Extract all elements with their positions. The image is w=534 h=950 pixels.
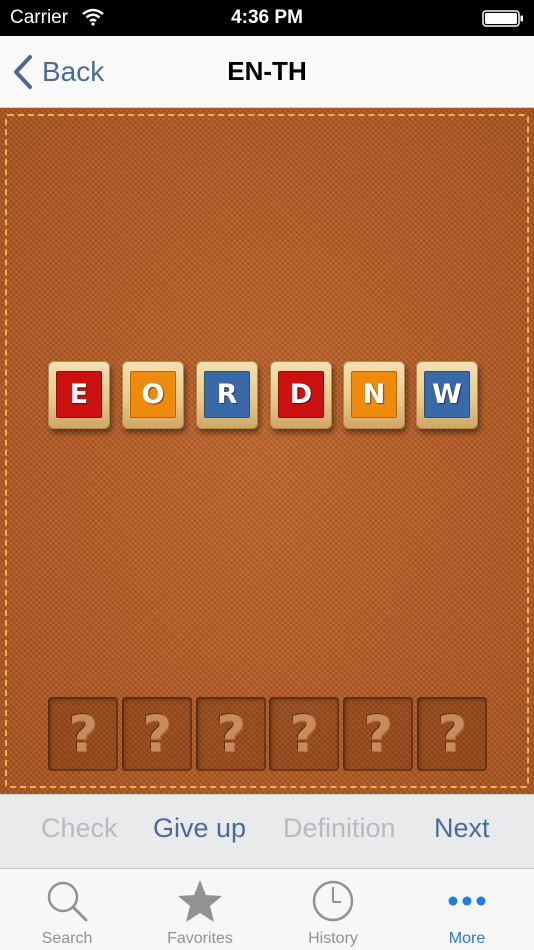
answer-slot[interactable]: ? bbox=[269, 697, 339, 771]
back-chevron-icon bbox=[14, 55, 32, 89]
tab-label: Favorites bbox=[167, 930, 233, 947]
slot-question-mark: ? bbox=[68, 705, 98, 763]
letter-tile[interactable]: R bbox=[196, 361, 258, 429]
check-button[interactable]: Check bbox=[41, 813, 118, 844]
give-up-button[interactable]: Give up bbox=[153, 813, 246, 844]
tile-letter: E bbox=[69, 379, 89, 410]
slot-question-mark: ? bbox=[142, 705, 172, 763]
slot-question-mark: ? bbox=[363, 705, 393, 763]
battery-icon bbox=[482, 10, 523, 27]
answer-slot[interactable]: ? bbox=[196, 697, 266, 771]
game-board: E O R D N W ? ? ? ? ? ? bbox=[0, 108, 534, 794]
answer-slot[interactable]: ? bbox=[48, 697, 118, 771]
tile-letter: D bbox=[289, 379, 313, 410]
back-button[interactable]: Back bbox=[12, 52, 104, 92]
letter-tile[interactable]: O bbox=[122, 361, 184, 429]
tile-face: N bbox=[351, 371, 397, 418]
answer-slots: ? ? ? ? ? ? bbox=[48, 697, 488, 773]
tile-face: D bbox=[278, 371, 324, 418]
next-button[interactable]: Next bbox=[434, 813, 490, 844]
slot-question-mark: ? bbox=[289, 705, 319, 763]
tab-history[interactable]: History bbox=[266, 869, 400, 950]
letter-tile[interactable]: W bbox=[416, 361, 478, 429]
slot-question-mark: ? bbox=[437, 705, 467, 763]
stitch-border bbox=[5, 114, 529, 788]
tab-favorites[interactable]: Favorites bbox=[133, 869, 267, 950]
tab-bar: Search Favorites History More bbox=[0, 868, 534, 950]
letter-tiles: E O R D N W bbox=[48, 361, 488, 433]
navigation-bar: Back EN-TH bbox=[0, 36, 534, 108]
star-icon bbox=[178, 880, 222, 922]
tile-letter: N bbox=[362, 379, 386, 410]
status-time: 4:36 PM bbox=[231, 7, 303, 28]
tile-face: W bbox=[424, 371, 470, 418]
back-label: Back bbox=[42, 56, 105, 87]
action-toolbar: Check Give up Definition Next bbox=[0, 794, 534, 868]
letter-tile[interactable]: E bbox=[48, 361, 110, 429]
search-icon bbox=[47, 881, 88, 922]
tab-label: Search bbox=[41, 930, 93, 947]
tile-face: R bbox=[204, 371, 250, 418]
tab-more[interactable]: More bbox=[400, 869, 534, 950]
tab-label: More bbox=[448, 930, 486, 947]
tile-face: O bbox=[130, 371, 176, 418]
tile-letter: R bbox=[216, 379, 238, 410]
answer-slot[interactable]: ? bbox=[343, 697, 413, 771]
more-icon bbox=[448, 896, 486, 906]
status-bar: Carrier 4:36 PM bbox=[0, 0, 534, 36]
tab-label: History bbox=[308, 930, 358, 947]
definition-button[interactable]: Definition bbox=[283, 813, 396, 844]
slot-question-mark: ? bbox=[216, 705, 246, 763]
tile-letter: W bbox=[432, 379, 462, 410]
clock-icon bbox=[312, 880, 354, 922]
tile-letter: O bbox=[141, 379, 165, 410]
answer-slot[interactable]: ? bbox=[122, 697, 192, 771]
letter-tile[interactable]: N bbox=[343, 361, 405, 429]
tab-search[interactable]: Search bbox=[0, 869, 134, 950]
tile-face: E bbox=[56, 371, 102, 418]
letter-tile[interactable]: D bbox=[270, 361, 332, 429]
answer-slot[interactable]: ? bbox=[417, 697, 487, 771]
